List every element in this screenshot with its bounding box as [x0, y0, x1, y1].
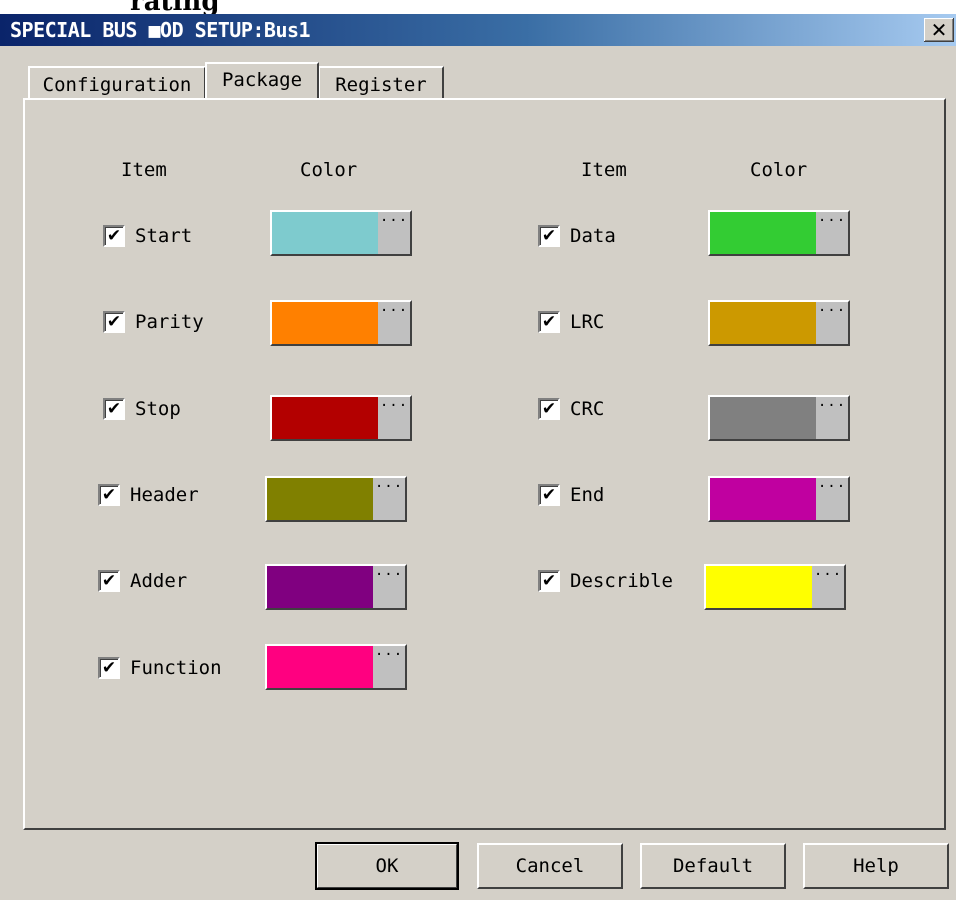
- ellipsis-icon: ···: [816, 478, 848, 520]
- item-label: Parity: [135, 311, 204, 333]
- close-icon: ✕: [930, 18, 948, 42]
- color-swatch: [272, 397, 378, 439]
- tab-configuration[interactable]: Configuration: [28, 66, 206, 100]
- close-button[interactable]: ✕: [924, 18, 954, 42]
- ellipsis-icon: ···: [378, 212, 410, 254]
- help-button[interactable]: Help: [803, 843, 949, 889]
- item-label: Function: [130, 657, 222, 679]
- ellipsis-icon: ···: [816, 397, 848, 439]
- color-swatch: [272, 302, 378, 344]
- caption-fragment: rating: [130, 0, 220, 14]
- start-color-button[interactable]: ···: [270, 210, 412, 256]
- right-item-header: Item: [581, 159, 627, 181]
- tab-label: Register: [335, 74, 427, 96]
- end-checkbox[interactable]: ✔: [538, 484, 560, 506]
- item-label: Adder: [130, 570, 188, 592]
- color-swatch: [267, 478, 373, 520]
- function-checkbox[interactable]: ✔: [98, 657, 120, 679]
- lrc-checkbox[interactable]: ✔: [538, 311, 560, 333]
- cropped-caption: rating: [0, 0, 956, 14]
- lrc-color-button[interactable]: ···: [708, 300, 850, 346]
- start-checkbox[interactable]: ✔: [103, 225, 125, 247]
- tab-label: Package: [221, 69, 303, 91]
- ellipsis-icon: ···: [378, 302, 410, 344]
- tab-package[interactable]: Package: [205, 62, 319, 98]
- dialog-window: rating SPECIAL BUS ■OD SETUP:Bus1 ✕ Conf…: [0, 0, 956, 900]
- header-color-button[interactable]: ···: [265, 476, 407, 522]
- data-checkbox[interactable]: ✔: [538, 225, 560, 247]
- ellipsis-icon: ···: [812, 566, 844, 608]
- crc-checkbox[interactable]: ✔: [538, 398, 560, 420]
- ellipsis-icon: ···: [373, 478, 405, 520]
- describle-checkbox[interactable]: ✔: [538, 570, 560, 592]
- color-swatch: [272, 212, 378, 254]
- item-label: CRC: [570, 398, 605, 420]
- parity-checkbox[interactable]: ✔: [103, 311, 125, 333]
- adder-checkbox[interactable]: ✔: [98, 570, 120, 592]
- ok-button[interactable]: OK: [315, 842, 459, 890]
- title-bar[interactable]: SPECIAL BUS ■OD SETUP:Bus1 ✕: [0, 14, 956, 46]
- color-swatch: [267, 646, 373, 688]
- ellipsis-icon: ···: [378, 397, 410, 439]
- item-label: End: [570, 484, 605, 506]
- stop-color-button[interactable]: ···: [270, 395, 412, 441]
- item-label: Stop: [135, 398, 181, 420]
- color-swatch: [710, 478, 816, 520]
- color-swatch: [706, 566, 812, 608]
- left-item-header: Item: [121, 159, 167, 181]
- color-swatch: [710, 397, 816, 439]
- ellipsis-icon: ···: [373, 646, 405, 688]
- end-color-button[interactable]: ···: [708, 476, 850, 522]
- crc-color-button[interactable]: ···: [708, 395, 850, 441]
- cancel-button[interactable]: Cancel: [477, 843, 623, 889]
- item-label: LRC: [570, 311, 605, 333]
- item-label: Start: [135, 225, 193, 247]
- header-checkbox[interactable]: ✔: [98, 484, 120, 506]
- item-label: Describle: [570, 570, 673, 592]
- window-title: SPECIAL BUS ■OD SETUP:Bus1: [10, 18, 311, 42]
- describle-color-button[interactable]: ···: [704, 564, 846, 610]
- tab-register[interactable]: Register: [318, 66, 444, 100]
- package-panel: [23, 98, 946, 830]
- item-label: Data: [570, 225, 616, 247]
- parity-color-button[interactable]: ···: [270, 300, 412, 346]
- ellipsis-icon: ···: [373, 566, 405, 608]
- color-swatch: [710, 212, 816, 254]
- item-label: Header: [130, 484, 199, 506]
- ellipsis-icon: ···: [816, 302, 848, 344]
- color-swatch: [710, 302, 816, 344]
- color-swatch: [267, 566, 373, 608]
- stop-checkbox[interactable]: ✔: [103, 398, 125, 420]
- default-button[interactable]: Default: [640, 843, 786, 889]
- ellipsis-icon: ···: [816, 212, 848, 254]
- right-color-header: Color: [750, 159, 808, 181]
- data-color-button[interactable]: ···: [708, 210, 850, 256]
- tab-label: Configuration: [42, 74, 192, 96]
- function-color-button[interactable]: ···: [265, 644, 407, 690]
- left-color-header: Color: [300, 159, 358, 181]
- adder-color-button[interactable]: ···: [265, 564, 407, 610]
